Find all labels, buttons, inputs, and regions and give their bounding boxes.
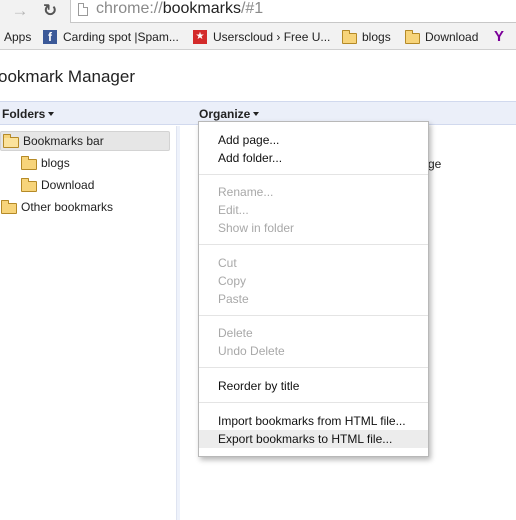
menu-item-reorder-by-title[interactable]: Reorder by title <box>199 377 428 395</box>
tree-item-label: Bookmarks bar <box>23 134 104 148</box>
url-text: chrome://bookmarks/#1 <box>96 0 263 18</box>
tree-item-bookmarks-bar[interactable]: Bookmarks bar <box>0 131 170 151</box>
dropdown-caret-icon <box>253 112 260 116</box>
menu-item-add-folder[interactable]: Add folder... <box>199 149 428 167</box>
bookmark-list-item-text: ge <box>428 157 442 171</box>
folder-icon <box>21 178 38 192</box>
facebook-icon: f <box>43 30 57 44</box>
folders-label: Folders <box>2 107 46 121</box>
tree-item-label: Download <box>41 178 95 192</box>
omnibox-row: → ↻ chrome://bookmarks/#1 <box>0 0 516 24</box>
menu-separator <box>199 244 428 245</box>
menu-item-paste[interactable]: Paste <box>199 290 428 308</box>
url-scheme: chrome:// <box>96 0 163 17</box>
menu-item-import-bookmarks[interactable]: Import bookmarks from HTML file... <box>199 412 428 430</box>
page-title: ookmark Manager <box>0 67 136 86</box>
menu-item-export-bookmarks[interactable]: Export bookmarks to HTML file... <box>199 430 428 448</box>
folder-icon <box>405 30 420 44</box>
url-path: /#1 <box>240 0 264 17</box>
bookmark-folder-download[interactable]: Download <box>405 29 478 45</box>
menu-separator <box>199 315 428 316</box>
page-icon <box>78 3 88 16</box>
menu-item-rename[interactable]: Rename... <box>199 183 428 201</box>
dropdown-caret-icon <box>48 112 55 116</box>
menu-item-copy[interactable]: Copy <box>199 272 428 290</box>
menu-item-add-page[interactable]: Add page... <box>199 131 428 149</box>
folder-tree: Bookmarks bar blogs Download Other bookm… <box>0 126 176 520</box>
tree-item-download[interactable]: Download <box>21 175 94 195</box>
bookmark-label: Download <box>425 30 479 44</box>
bookmark-label: blogs <box>362 30 391 44</box>
url-host: bookmarks <box>162 0 241 17</box>
tree-item-label: Other bookmarks <box>21 200 114 214</box>
pane-splitter[interactable] <box>176 126 180 520</box>
yahoo-icon: Y <box>494 28 505 45</box>
bookmark-yahoo[interactable]: Y <box>494 29 514 45</box>
folders-menu-button[interactable]: Folders <box>2 107 55 121</box>
menu-item-cut[interactable]: Cut <box>199 254 428 272</box>
forward-arrow-icon[interactable]: → <box>10 1 30 21</box>
organize-menu: Add page... Add folder... Rename... Edit… <box>198 121 429 457</box>
organize-label: Organize <box>199 107 251 121</box>
bookmark-folder-blogs[interactable]: blogs <box>342 29 391 45</box>
menu-separator <box>199 174 428 175</box>
tree-item-blogs[interactable]: blogs <box>21 153 70 173</box>
menu-item-show-in-folder[interactable]: Show in folder <box>199 219 428 237</box>
bookmark-carding-spot[interactable]: f Carding spot |Spam... <box>43 29 179 45</box>
menu-separator <box>199 402 428 403</box>
bookmark-apps[interactable]: Apps <box>4 29 31 45</box>
menu-item-undo-delete[interactable]: Undo Delete <box>199 342 428 360</box>
bookmark-label: Apps <box>4 30 32 44</box>
userscloud-icon: ★ <box>193 30 207 44</box>
open-folder-icon <box>3 134 20 148</box>
menu-item-delete[interactable]: Delete <box>199 324 428 342</box>
bookmark-label: Carding spot |Spam... <box>63 30 179 44</box>
folder-icon <box>1 200 18 214</box>
tree-item-label: blogs <box>41 156 70 170</box>
tree-item-other-bookmarks[interactable]: Other bookmarks <box>1 197 113 217</box>
bookmark-userscloud[interactable]: ★ Userscloud › Free U... <box>193 29 330 45</box>
url-input[interactable]: chrome://bookmarks/#1 <box>70 0 516 23</box>
bookmarks-bar: Apps f Carding spot |Spam... ★ Usersclou… <box>0 24 516 50</box>
organize-menu-button[interactable]: Organize <box>199 107 260 121</box>
menu-separator <box>199 367 428 368</box>
bookmark-label: Userscloud › Free U... <box>213 30 331 44</box>
folder-icon <box>21 156 38 170</box>
folder-icon <box>342 30 357 44</box>
menu-item-edit[interactable]: Edit... <box>199 201 428 219</box>
reload-icon[interactable]: ↻ <box>40 1 60 21</box>
